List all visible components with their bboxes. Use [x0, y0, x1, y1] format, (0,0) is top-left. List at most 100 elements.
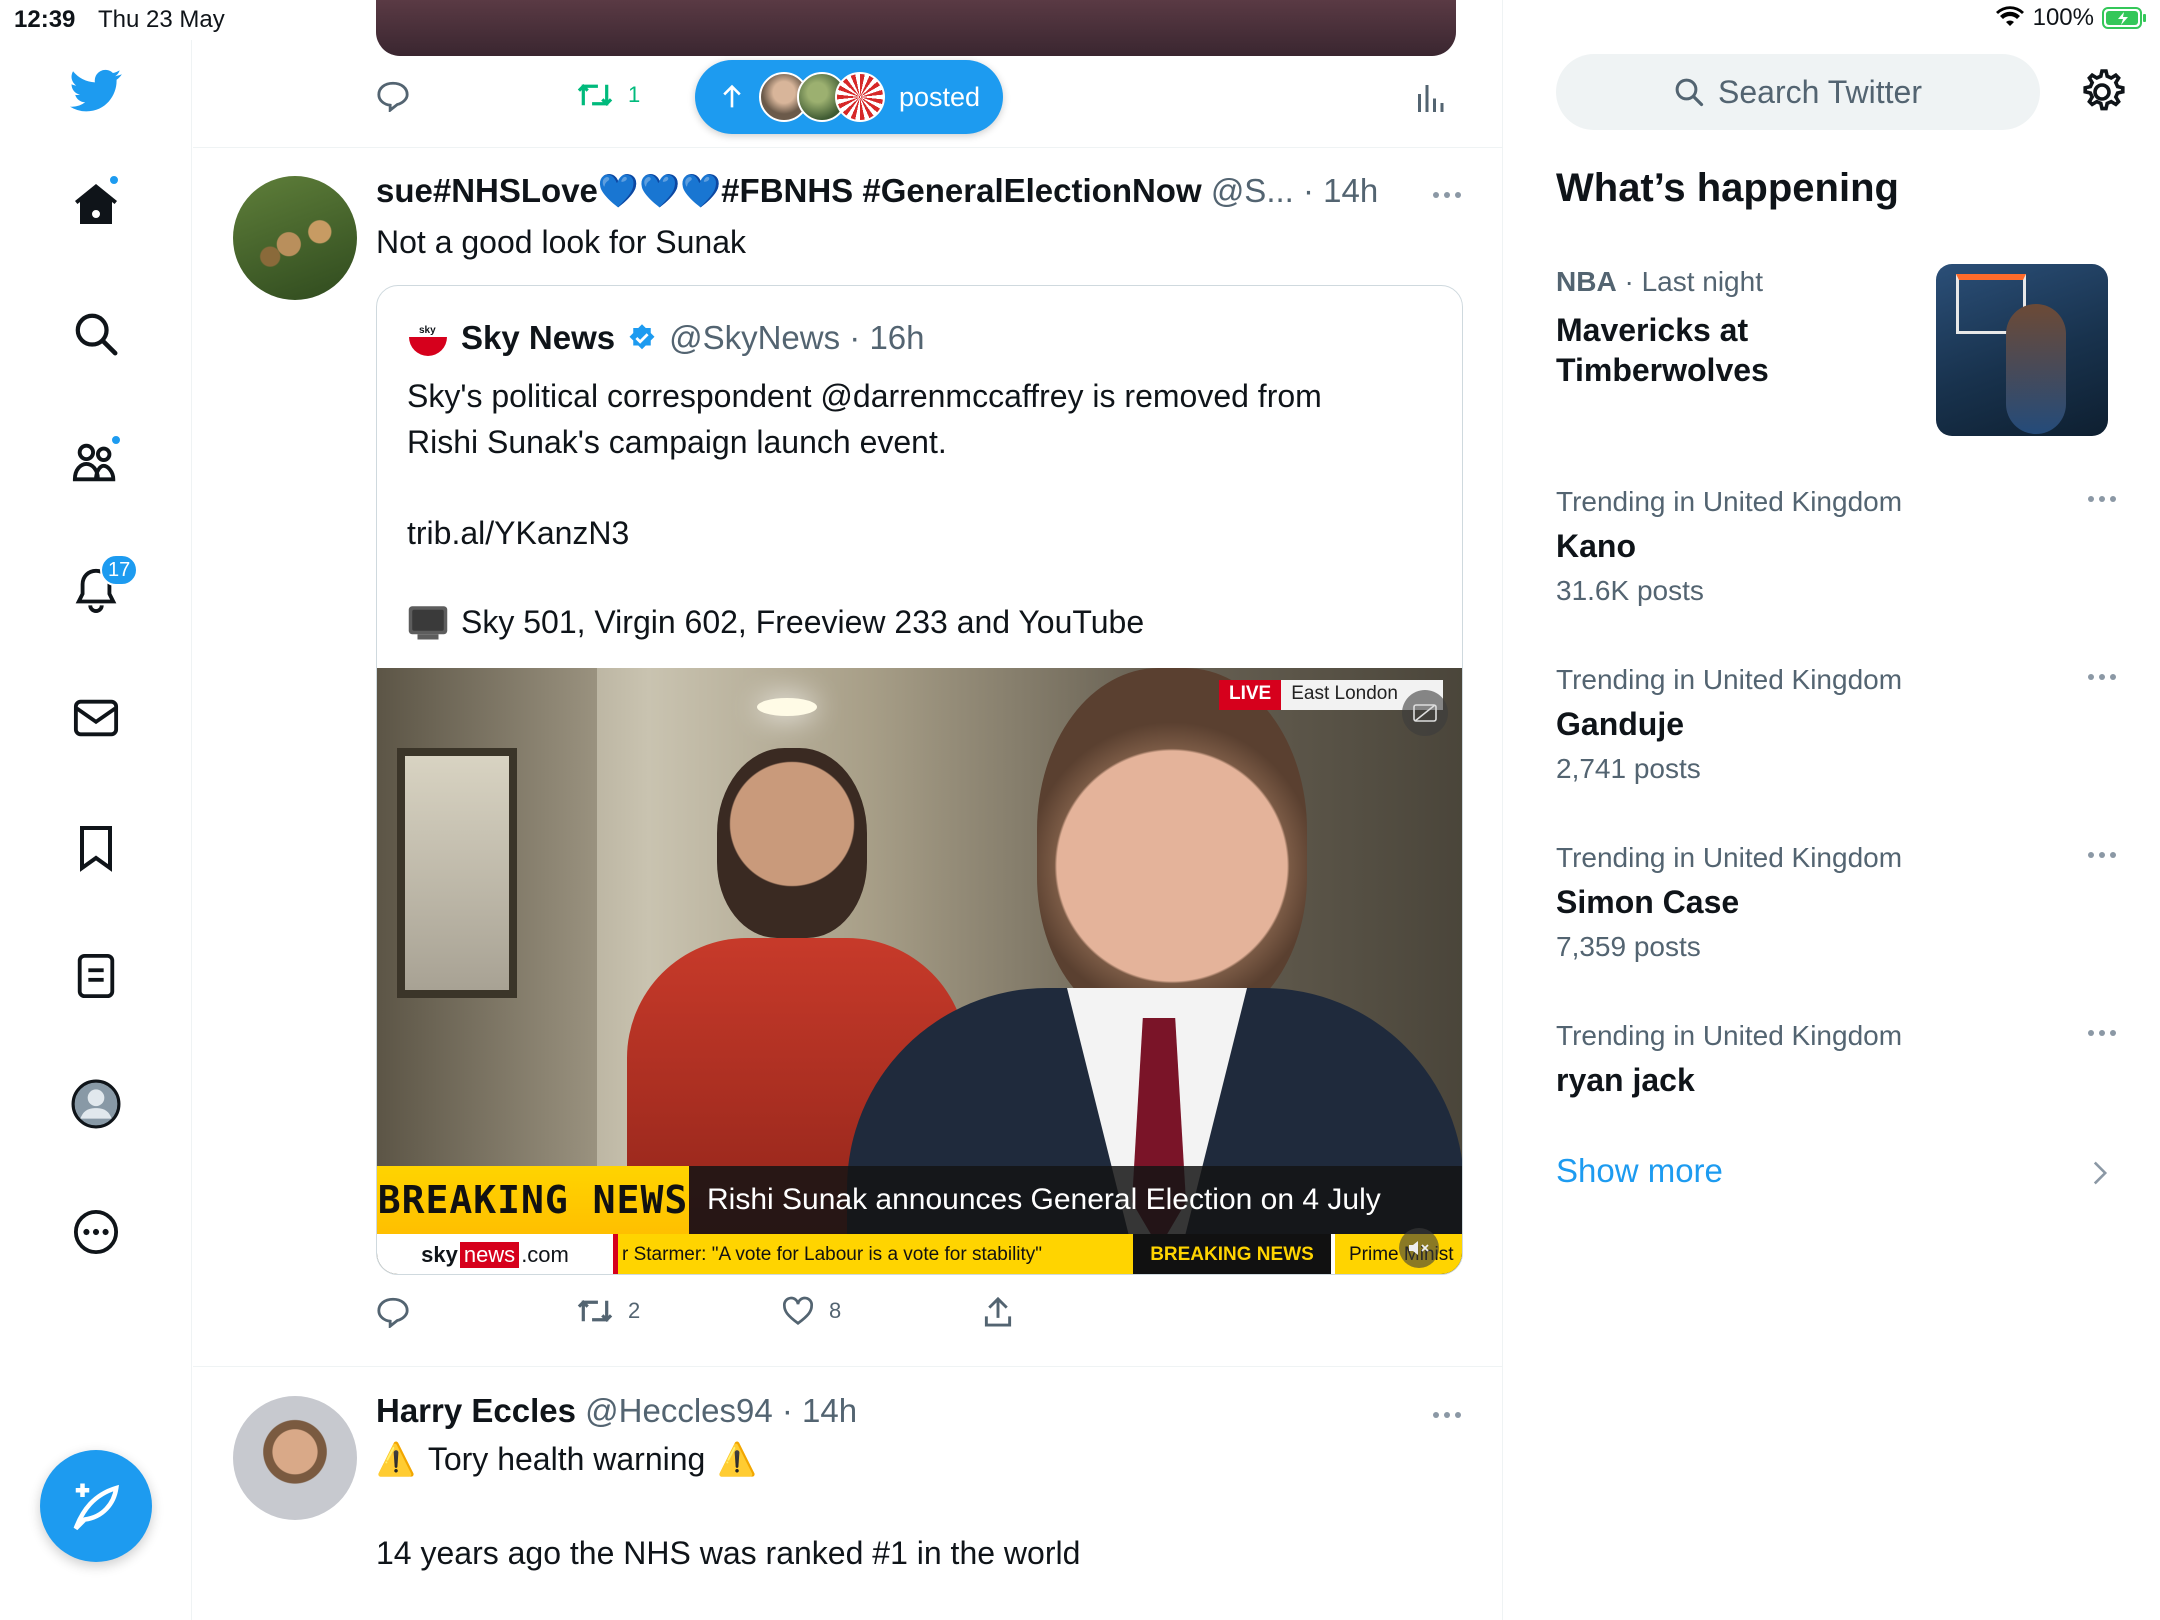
trend-item[interactable]: Trending in United Kingdom Ganduje 2,741…: [1556, 664, 2116, 785]
sky-news-logo-icon: sky: [409, 325, 447, 356]
brand-news: news: [459, 1242, 520, 1268]
left-navigation: 17: [0, 40, 192, 1620]
home-unread-dot: [108, 174, 120, 186]
verified-badge-icon: [629, 324, 655, 350]
arrow-up-icon: [723, 84, 741, 108]
muted-speaker-icon: [1409, 1241, 1429, 1255]
trend-title: Ganduje: [1556, 706, 1685, 742]
share-button[interactable]: [983, 1296, 1013, 1328]
compose-tweet-button[interactable]: [40, 1450, 152, 1562]
retweet-button-active[interactable]: 1: [576, 80, 640, 110]
like-count: 8: [829, 1298, 842, 1323]
quote-text-line: Sky's political correspondent @darrenmcc…: [407, 378, 1322, 414]
trend-count: 31.6K posts: [1556, 575, 1704, 606]
tweet-text: Not a good look for Sunak: [376, 224, 747, 260]
retweet-count: 1: [628, 82, 641, 107]
quote-handle-time[interactable]: @SkyNews · 16h: [669, 319, 924, 357]
breaking-headline: Rishi Sunak announces General Election o…: [689, 1166, 1462, 1234]
handle-time[interactable]: @Heccles94 · 14h: [585, 1392, 857, 1429]
settings-gear-icon[interactable]: [2078, 68, 2126, 116]
search-icon[interactable]: [70, 308, 122, 360]
trend-context: Trending in United Kingdom: [1556, 664, 1903, 695]
quote-link[interactable]: trib.al/YKanzN3: [407, 510, 629, 556]
share-icon: [984, 1296, 1012, 1327]
trend-more-icon[interactable]: [2088, 496, 2116, 502]
trend-item[interactable]: Trending in United Kingdom Simon Case 7,…: [1556, 842, 2116, 963]
new-posts-pill[interactable]: posted: [695, 60, 1003, 134]
video-player[interactable]: LIVE East London BREAKING NEWS Rishi Sun…: [377, 668, 1462, 1274]
notifications-bell-icon[interactable]: 17: [70, 554, 139, 616]
lists-icon[interactable]: [70, 950, 122, 1002]
posted-avatars: [759, 72, 885, 122]
trend-more-icon[interactable]: [2088, 852, 2116, 858]
framed-picture: [397, 748, 517, 998]
tweet-text-line: 14 years ago the NHS was ranked #1 in th…: [376, 1535, 1081, 1571]
ticker-text: r Starmer: "A vote for Labour is a vote …: [613, 1234, 1133, 1274]
warning-icon: ⚠️: [376, 1441, 416, 1477]
divider: [193, 147, 1502, 148]
trend-context: Trending in United Kingdom: [1556, 1020, 1903, 1051]
profile-avatar-icon[interactable]: [70, 1078, 122, 1130]
trend-more-icon[interactable]: [2088, 1030, 2116, 1036]
tweet-more-icon[interactable]: [1433, 1412, 1461, 1418]
retweet-icon: [577, 83, 613, 107]
sky-news-brand: sky news .com: [377, 1234, 613, 1274]
author-name[interactable]: Harry Eccles: [376, 1392, 576, 1429]
handle-time[interactable]: @S... · 14h: [1211, 172, 1378, 209]
trend-item[interactable]: Trending in United Kingdom ryan jack: [1556, 1020, 2116, 1099]
trend-count: 7,359 posts: [1556, 931, 1701, 962]
show-more-link[interactable]: Show more: [1556, 1152, 1723, 1190]
quoted-tweet[interactable]: sky Sky News @SkyNews · 16h Sky's politi…: [376, 285, 1463, 1275]
quote-text-line: Rishi Sunak's campaign launch event.: [407, 424, 947, 460]
trend-title: ryan jack: [1556, 1062, 1695, 1098]
tweet-text: ⚠️ Tory health warning ⚠️: [376, 1440, 757, 1478]
retweet-count: 2: [628, 1298, 641, 1323]
reply-icon: [377, 81, 409, 112]
tweet-header: sue#NHSLove💙💙💙#FBNHS #GeneralElectionNow…: [376, 172, 1378, 211]
like-button[interactable]: 8: [781, 1296, 841, 1326]
reply-button[interactable]: [376, 80, 410, 112]
mute-button[interactable]: [1399, 1228, 1439, 1268]
trend-title: Simon Case: [1556, 884, 1740, 920]
compose-feather-icon: [73, 1483, 119, 1531]
brand-com: .com: [521, 1242, 569, 1267]
quote-text-line: Sky 501, Virgin 602, Freeview 233 and Yo…: [461, 603, 1145, 640]
retweet-icon: [577, 1299, 613, 1323]
warning-icon: ⚠️: [717, 1441, 758, 1477]
ceiling-light: [757, 698, 817, 716]
svg-text:sky: sky: [419, 325, 436, 336]
bookmarks-icon[interactable]: [70, 822, 122, 874]
trend-title: Kano: [1556, 528, 1636, 564]
trend-item[interactable]: Trending in United Kingdom Kano 31.6K po…: [1556, 486, 2116, 607]
more-options-icon[interactable]: [70, 1206, 122, 1258]
twitter-logo-icon[interactable]: [70, 65, 122, 117]
analytics-button[interactable]: [1415, 82, 1445, 112]
search-input[interactable]: Search Twitter: [1556, 54, 2040, 130]
messages-envelope-icon[interactable]: [70, 692, 122, 744]
timeline[interactable]: 1 posted sue#NHSLove💙💙💙#FBNHS #GeneralEl…: [193, 0, 1503, 1620]
trend-more-icon[interactable]: [2088, 674, 2116, 680]
trend-image[interactable]: [1936, 264, 2108, 436]
author-name[interactable]: sue#NHSLove💙💙💙#FBNHS #GeneralElectionNow: [376, 172, 1202, 209]
previous-tweet-media[interactable]: [376, 0, 1456, 56]
communities-icon[interactable]: [70, 434, 122, 488]
ticker-bar: sky news .com r Starmer: "A vote for Lab…: [377, 1234, 1462, 1274]
chevron-right-icon[interactable]: [2092, 1160, 2108, 1186]
analytics-bars-icon: [1418, 85, 1444, 112]
trend-category: NBA: [1556, 266, 1617, 297]
search-placeholder: Search Twitter: [1718, 73, 1922, 110]
captions-toggle[interactable]: [1402, 690, 1448, 736]
retweet-button[interactable]: 2: [576, 1296, 640, 1326]
whats-happening-title: What’s happening: [1556, 166, 1899, 210]
divider: [193, 1366, 1502, 1367]
quote-author-name[interactable]: Sky News: [461, 319, 615, 357]
reply-button[interactable]: [376, 1296, 410, 1328]
tweet-more-icon[interactable]: [1433, 192, 1461, 198]
breaking-news-bar: BREAKING NEWS Rishi Sunak announces Gene…: [377, 1166, 1462, 1234]
home-icon[interactable]: [70, 174, 122, 230]
search-icon: [1675, 78, 1704, 107]
avatar[interactable]: [233, 176, 357, 300]
reporter-head: [1037, 668, 1307, 1028]
trend-context: Trending in United Kingdom: [1556, 842, 1903, 873]
avatar[interactable]: [233, 1396, 357, 1520]
